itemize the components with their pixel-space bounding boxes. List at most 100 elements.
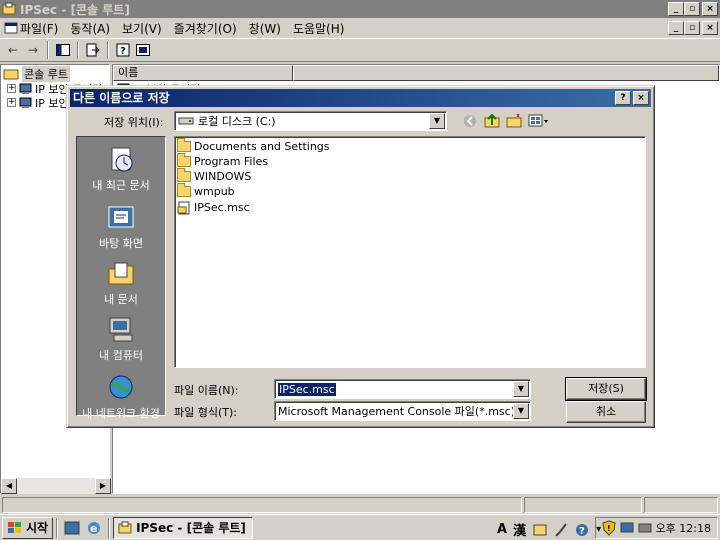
place-label: 바탕 화면 xyxy=(99,237,143,250)
menu-item-help[interactable]: 도움말(H) xyxy=(287,20,351,37)
input-mode-indicator[interactable]: A xyxy=(497,522,507,537)
back-arrow-icon[interactable]: ← xyxy=(4,41,22,59)
dialog-close-button[interactable]: × xyxy=(633,91,649,105)
save-in-value: 로컬 디스크 (C:) xyxy=(198,115,276,128)
chevron-down-icon[interactable]: ▼ xyxy=(429,113,445,129)
expand-icon[interactable]: + xyxy=(7,98,16,107)
quick-launch-desktop-icon[interactable] xyxy=(63,520,81,536)
drive-icon xyxy=(178,117,194,125)
chevron-down-icon[interactable]: ▼ xyxy=(513,403,529,419)
folder-icon xyxy=(177,138,191,152)
dialog-caption-buttons: ? × xyxy=(615,91,649,105)
menu-item-view[interactable]: 보기(V) xyxy=(116,20,168,37)
export-list-icon[interactable] xyxy=(84,41,102,59)
mdi-close-button[interactable]: × xyxy=(702,21,718,35)
horizontal-scrollbar[interactable]: ◀ ▶ xyxy=(1,478,111,494)
menu-item-favorites[interactable]: 즐겨찾기(O) xyxy=(168,20,243,37)
ime-toolbar: A 漢 ? ▾ xyxy=(497,520,601,539)
start-button[interactable]: 시작 xyxy=(2,516,54,539)
file-name: Documents and Settings xyxy=(194,140,330,153)
mdi-minimize-button[interactable]: _ xyxy=(668,21,684,35)
filetype-dropdown[interactable]: Microsoft Management Console 파일(*.msc) ▼ xyxy=(274,401,531,421)
tree-root[interactable]: 콘솔 루트 xyxy=(3,65,70,82)
system-tray: ! 오후 12:18 xyxy=(594,517,718,539)
back-icon[interactable] xyxy=(462,113,478,129)
status-cell xyxy=(644,497,718,513)
filetype-value: Microsoft Management Console 파일(*.msc) xyxy=(278,405,515,418)
menu-item-window[interactable]: 창(W) xyxy=(243,20,287,37)
file-list[interactable]: Documents and Settings Program Files WIN… xyxy=(174,136,646,368)
svg-text:!: ! xyxy=(607,524,611,533)
dialog-titlebar: 다른 이름으로 저장 ? × xyxy=(70,89,651,107)
menu-bar: 파일(F) 동작(A) 보기(V) 즐겨찾기(O) 창(W) 도움말(H) xyxy=(0,18,720,38)
place-my-documents[interactable]: 내 문서 xyxy=(77,259,165,306)
hanja-indicator[interactable]: 漢 xyxy=(513,520,526,539)
place-my-computer[interactable]: 내 컴퓨터 xyxy=(77,315,165,362)
menu-item-action[interactable]: 동작(A) xyxy=(64,20,116,37)
main-window-titlebar: IPSec - [콘솔 루트] _ ▫ × xyxy=(0,0,720,18)
save-in-label: 저장 위치(I): xyxy=(104,116,164,129)
list-item[interactable]: Program Files xyxy=(177,153,268,169)
place-recent-documents[interactable]: 내 최근 문서 xyxy=(77,145,165,192)
taskbar-separator xyxy=(56,517,59,538)
toolbar-separator xyxy=(107,41,109,59)
list-item[interactable]: WINDOWS xyxy=(177,168,252,184)
task-button-ipsec[interactable]: IPSec - [콘솔 루트] xyxy=(113,516,254,539)
new-folder-icon[interactable] xyxy=(506,113,522,129)
column-header-blank[interactable] xyxy=(293,65,719,81)
my-documents-icon xyxy=(108,262,134,285)
console-icon xyxy=(4,22,18,34)
list-item[interactable]: IPSec.msc xyxy=(177,200,250,215)
place-desktop[interactable]: 바탕 화면 xyxy=(77,203,165,250)
internet-explorer-icon[interactable]: e xyxy=(85,520,103,536)
windows-logo-icon xyxy=(8,521,21,533)
list-item[interactable]: Documents and Settings xyxy=(177,138,330,154)
tree-root-label: 콘솔 루트 xyxy=(22,65,70,82)
mdi-restore-button[interactable]: ▫ xyxy=(684,21,700,35)
view-menu-icon[interactable] xyxy=(528,113,550,129)
help-icon[interactable]: ? xyxy=(574,522,590,538)
volume-icon[interactable] xyxy=(638,521,652,535)
menu-item-file[interactable]: 파일(F) xyxy=(2,20,64,37)
save-in-dropdown[interactable]: 로컬 디스크 (C:) ▼ xyxy=(174,111,447,131)
filename-input[interactable]: IPSec.msc ▼ xyxy=(274,379,531,399)
console-window-icon[interactable] xyxy=(134,41,152,59)
toolbar-separator xyxy=(47,41,49,59)
network-status-icon[interactable] xyxy=(620,521,634,535)
filename-label: 파일 이름(N): xyxy=(174,384,239,397)
maximize-button[interactable]: ▫ xyxy=(684,2,700,16)
place-label: 내 컴퓨터 xyxy=(99,349,143,362)
dialog-help-button[interactable]: ? xyxy=(615,91,631,105)
ime-pad-icon[interactable] xyxy=(532,522,548,538)
file-name: WINDOWS xyxy=(194,170,252,183)
security-shield-icon[interactable]: ! xyxy=(602,520,616,536)
places-bar: 내 최근 문서 바탕 화면 내 문서 내 컴퓨터 내 네트워크 환경 xyxy=(76,136,166,420)
chevron-down-icon[interactable]: ▼ xyxy=(513,381,529,397)
forward-arrow-icon[interactable]: → xyxy=(24,41,42,59)
close-button[interactable]: × xyxy=(702,2,718,16)
mdi-caption-buttons: _ ▫ × xyxy=(668,21,718,35)
help-icon[interactable]: ? xyxy=(114,41,132,59)
toolbar: ← → ? xyxy=(0,38,720,62)
list-item[interactable]: wmpub xyxy=(177,183,235,199)
ime-tool-icon[interactable] xyxy=(554,522,568,538)
column-header-name[interactable]: 이름 xyxy=(113,65,293,81)
place-my-network[interactable]: 내 네트워크 환경 xyxy=(77,373,165,420)
show-hide-tree-icon[interactable] xyxy=(54,41,72,59)
scroll-left-button[interactable]: ◀ xyxy=(1,478,17,494)
mmc-app-icon xyxy=(118,521,132,533)
expand-icon[interactable]: + xyxy=(7,84,16,93)
place-label: 내 최근 문서 xyxy=(92,179,150,192)
msc-file-icon xyxy=(177,201,190,214)
clock[interactable]: 오후 12:18 xyxy=(656,520,711,536)
folder-icon xyxy=(177,153,191,167)
save-button[interactable]: 저장(S) xyxy=(565,377,647,401)
up-folder-icon[interactable] xyxy=(484,113,500,129)
minimize-button[interactable]: _ xyxy=(668,2,684,16)
file-name: IPSec.msc xyxy=(194,201,250,214)
desktop-icon xyxy=(108,206,134,228)
status-cell xyxy=(524,497,642,513)
scroll-right-button[interactable]: ▶ xyxy=(95,478,111,494)
svg-text:e: e xyxy=(90,522,97,535)
cancel-button[interactable]: 취소 xyxy=(566,401,646,423)
